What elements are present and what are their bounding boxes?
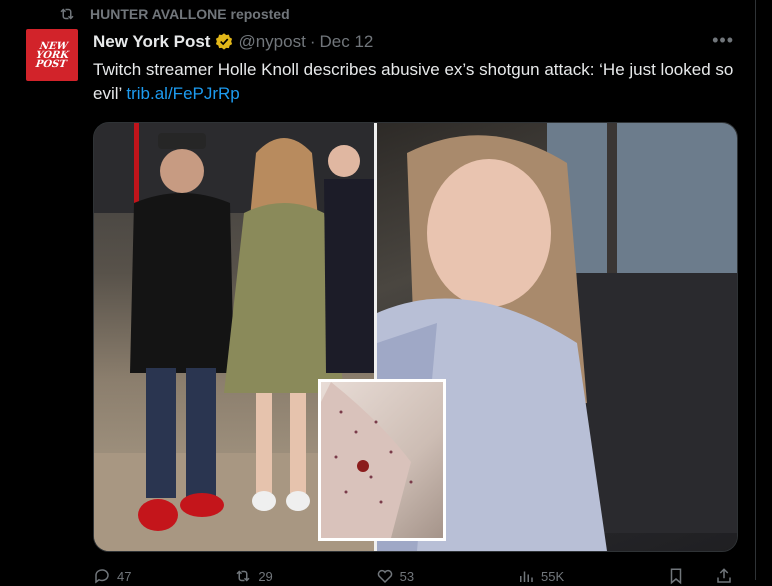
tweet-body: Twitch streamer Holle Knoll describes ab… [93,58,743,106]
heart-icon [376,567,394,585]
tweet-actions: 47 29 53 55K [93,566,733,586]
share-icon[interactable] [715,567,733,585]
share-group [667,567,733,585]
views-button[interactable]: 55K [517,567,564,585]
retweet-count: 29 [258,568,273,584]
like-button[interactable]: 53 [376,567,414,585]
reply-count: 47 [117,568,132,584]
inset-photo [318,379,446,541]
like-count: 53 [399,568,415,584]
tweet-date[interactable]: Dec 12 [320,32,374,52]
tweet-media[interactable] [93,122,738,552]
retweet-button[interactable]: 29 [234,567,273,585]
author-name[interactable]: New York Post [93,32,210,52]
verified-badge-icon[interactable] [214,32,234,52]
repost-indicator: HUNTER AVALLONE reposted [58,4,290,24]
reply-icon [93,567,111,585]
analytics-icon [517,567,535,585]
nypost-logo: NEW YORK POST [34,40,70,70]
retweet-icon [234,567,252,585]
reply-button[interactable]: 47 [93,567,131,585]
repost-icon [58,5,76,23]
more-options-icon[interactable]: ••• [712,30,734,51]
author-handle[interactable]: @nypost [238,32,305,52]
view-count: 55K [540,568,565,584]
repost-label[interactable]: HUNTER AVALLONE reposted [90,6,290,22]
separator-dot: · [309,32,316,51]
tweet-link[interactable]: trib.al/FePJrRp [126,84,239,103]
timeline-border [755,0,756,580]
tweet-header: New York Post @nypost · Dec 12 [93,31,373,53]
bookmark-icon[interactable] [667,567,685,585]
avatar[interactable]: NEW YORK POST [26,29,78,81]
